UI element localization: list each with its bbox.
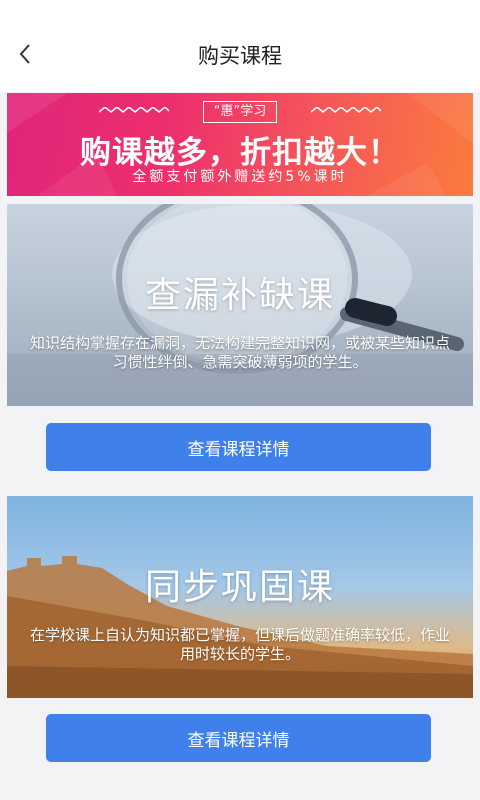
view-course-details-button[interactable]: 查看课程详情 (46, 714, 431, 762)
course-title: 查漏补缺课 (144, 275, 335, 316)
course-card-gap-filling[interactable]: 查漏补缺课 知识结构掌握存在漏洞，无法构建完整知识网，或被某些知识点习惯性绊倒、… (7, 204, 473, 406)
top-bar: 购买课程 (0, 0, 480, 92)
course-description: 在学校课上自认为知识都已掌握，但课后做题准确率较低，作业用时较长的学生。 (29, 626, 450, 663)
course-card-sync-consolidation[interactable]: 同步巩固课 在学校课上自认为知识都已掌握，但课后做题准确率较低，作业用时较长的学… (7, 496, 473, 698)
course-title: 同步巩固课 (144, 567, 335, 608)
course-description: 知识结构掌握存在漏洞，无法构建完整知识网，或被某些知识点习惯性绊倒、急需突破薄弱… (29, 334, 450, 371)
view-course-details-button[interactable]: 查看课程详情 (46, 423, 431, 471)
promo-subtext: 全额支付额外赠送约5%课时 (132, 169, 348, 185)
page-title: 购买课程 (198, 44, 282, 68)
promo-banner[interactable]: “惠”学习 购课越多，折扣越大！ 全额支付额外赠送约5%课时 (7, 93, 473, 196)
promo-tag: “惠”学习 (202, 101, 278, 123)
